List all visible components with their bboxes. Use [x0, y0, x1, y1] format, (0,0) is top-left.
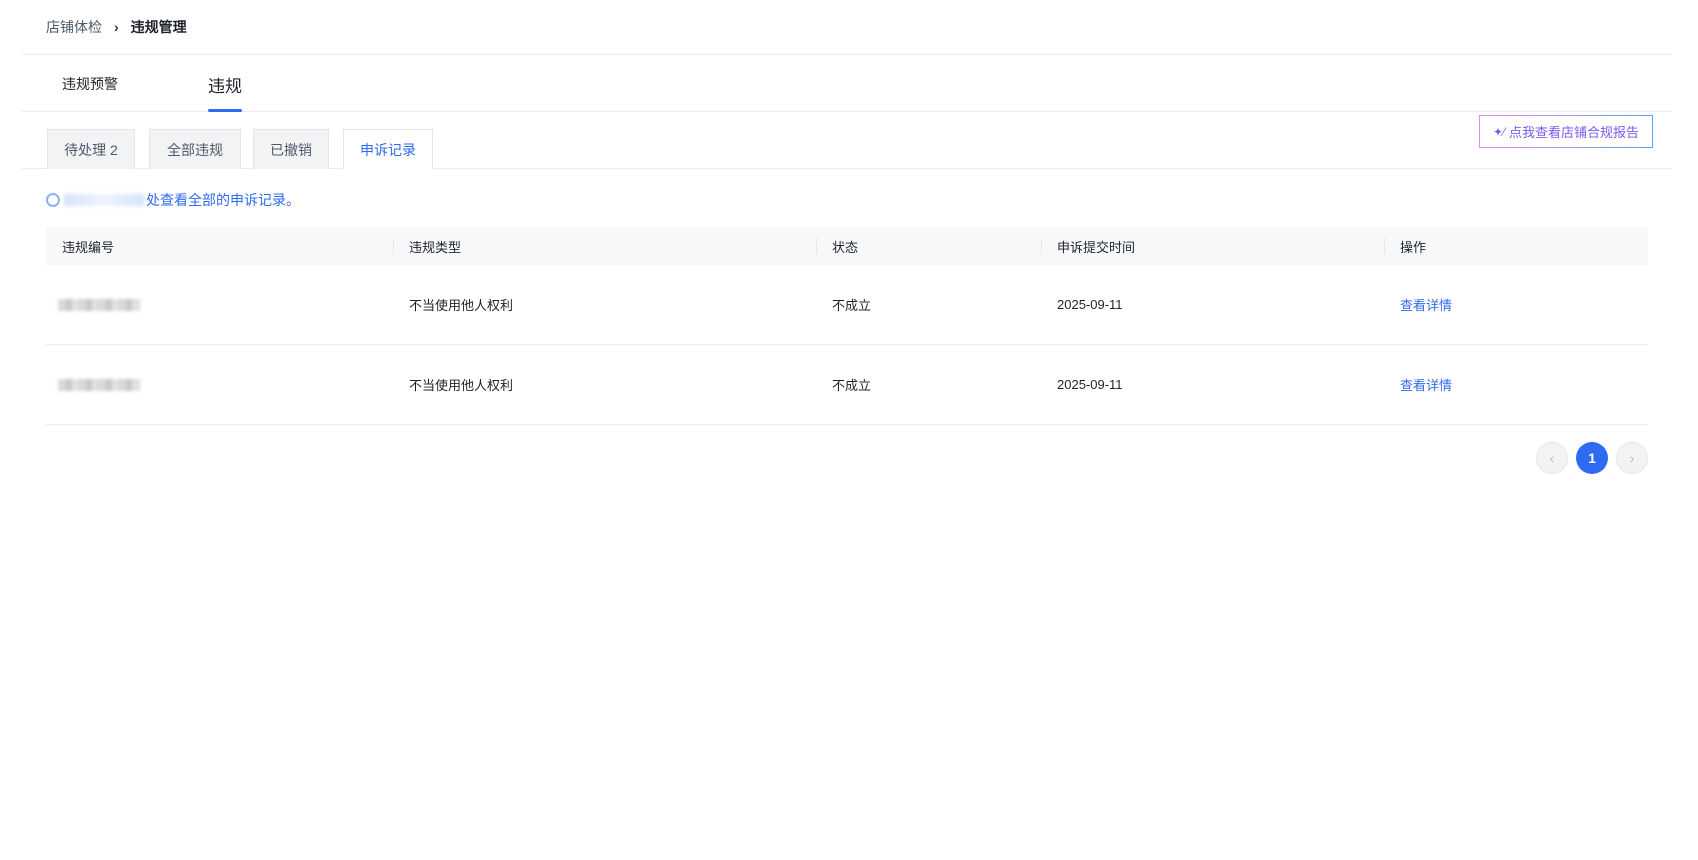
- breadcrumb-current: 违规管理: [130, 19, 187, 35]
- prev-page-button[interactable]: ‹: [1536, 442, 1568, 474]
- tab-violation[interactable]: 违规: [208, 56, 242, 112]
- table-header: 违规编号 违规类型 状态 申诉提交时间 操作: [46, 227, 1648, 265]
- view-details-link[interactable]: 查看详情: [1400, 375, 1452, 394]
- notice-text[interactable]: 处查看全部的申诉记录。: [146, 190, 300, 210]
- tab-violation-warning[interactable]: 违规预警: [62, 56, 118, 112]
- cell-status: 不成立: [832, 378, 872, 393]
- next-page-button[interactable]: ›: [1616, 442, 1648, 474]
- tab-pending[interactable]: 待处理 2: [47, 129, 135, 169]
- page-1-button[interactable]: 1: [1576, 442, 1608, 474]
- tab-revoked[interactable]: 已撤销: [253, 129, 329, 169]
- header-status: 状态: [816, 227, 1041, 265]
- redacted-violation-id: [58, 378, 140, 391]
- appeal-records-table: 违规编号 违规类型 状态 申诉提交时间 操作 不当使用他人权利 不成立 2025…: [46, 227, 1648, 425]
- redacted-violation-id: [58, 298, 140, 311]
- info-icon: [46, 193, 60, 207]
- header-action: 操作: [1384, 227, 1648, 265]
- table-row: 不当使用他人权利 不成立 2025-09-11 查看详情: [46, 265, 1648, 345]
- breadcrumb-parent[interactable]: 店铺体检: [46, 17, 102, 37]
- notice-bar: 处查看全部的申诉记录。: [46, 190, 300, 210]
- main-tabs: 违规预警 违规: [22, 56, 1672, 112]
- header-submit-time: 申诉提交时间: [1041, 227, 1384, 265]
- header-violation-id: 违规编号: [62, 239, 115, 255]
- cell-violation-type: 不当使用他人权利: [409, 298, 514, 313]
- view-details-link[interactable]: 查看详情: [1400, 295, 1452, 314]
- table-row: 不当使用他人权利 不成立 2025-09-11 查看详情: [46, 345, 1648, 425]
- breadcrumb: 店铺体检 › 违规管理: [22, 0, 1672, 55]
- cell-violation-type: 不当使用他人权利: [409, 378, 514, 393]
- pagination: ‹ 1 ›: [1536, 442, 1648, 474]
- tab-appeal-records[interactable]: 申诉记录: [343, 129, 433, 170]
- breadcrumb-chevron-icon: ›: [114, 19, 119, 35]
- sub-tabs: 待处理 2 全部违规 已撤销 申诉记录: [22, 128, 1672, 170]
- redacted-text: [64, 194, 144, 206]
- cell-submit-time: 2025-09-11: [1057, 377, 1123, 392]
- cell-submit-time: 2025-09-11: [1057, 297, 1123, 312]
- cell-status: 不成立: [832, 298, 872, 313]
- tab-all-violations[interactable]: 全部违规: [149, 129, 241, 169]
- header-violation-type: 违规类型: [393, 227, 816, 265]
